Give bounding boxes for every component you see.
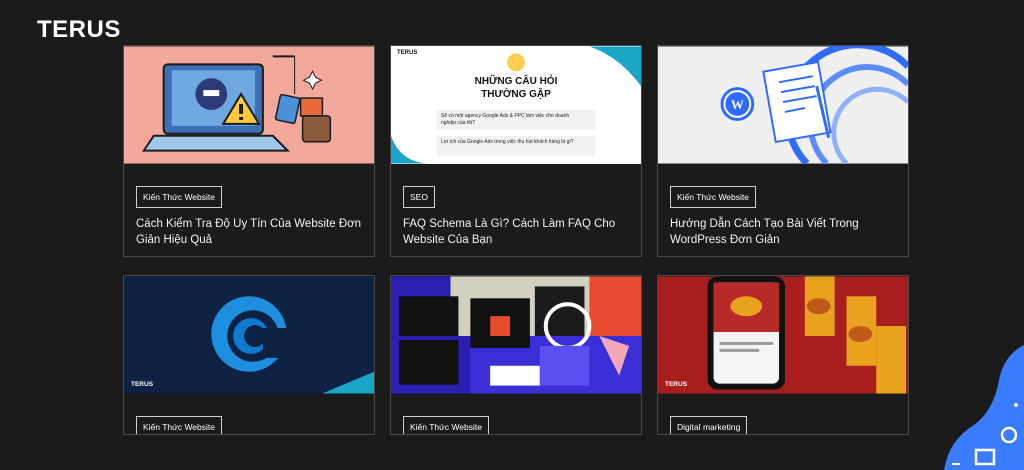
svg-text:W: W [731, 98, 744, 112]
post-thumbnail[interactable] [124, 46, 374, 164]
post-title[interactable]: Hướng Dẫn Cách Tạo Bài Viết Trong WordPr… [670, 216, 896, 248]
post-thumbnail[interactable]: TERUS [658, 276, 908, 394]
post-card[interactable]: TERUS NHỮNG CÂU HỎI THƯỜNG GẶP Sẽ có một… [390, 45, 642, 257]
post-thumbnail[interactable]: TERUS [124, 276, 374, 394]
blue-ring-logo [124, 276, 374, 394]
thumb-logo: TERUS [131, 381, 154, 388]
faq-heading-line2: THƯỜNG GẶP [481, 89, 551, 100]
post-card[interactable]: W Kiến Thức Website Hướng Dẫn Cách Tạo B… [657, 45, 909, 257]
post-card[interactable]: TERUS Kiến Thức Website [123, 275, 375, 435]
post-card[interactable]: TERUS Digital marketing [657, 275, 909, 435]
post-grid: Kiến Thức Website Cách Kiểm Tra Độ Uy Tí… [123, 45, 910, 435]
wordpress-notebook-illustration: W [658, 46, 908, 164]
faq-question-1: Sẽ có một agency Google Ads & PPC làm vi… [441, 113, 570, 126]
post-card[interactable]: Kiến Thức Website Cách Kiểm Tra Độ Uy Tí… [123, 45, 375, 257]
category-tag[interactable]: Kiến Thức Website [136, 186, 222, 208]
post-thumbnail[interactable]: TERUS NHỮNG CÂU HỎI THƯỜNG GẶP Sẽ có một… [391, 46, 641, 164]
post-thumbnail[interactable] [391, 276, 641, 394]
category-tag[interactable]: SEO [403, 186, 435, 208]
thumb-logo: TERUS [665, 381, 688, 388]
faq-heading-line1: NHỮNG CÂU HỎI [474, 76, 558, 87]
category-tag[interactable]: Kiến Thức Website [136, 416, 222, 434]
category-tag[interactable]: Digital marketing [670, 416, 748, 434]
post-thumbnail[interactable]: W [658, 46, 908, 164]
category-tag[interactable]: Kiến Thức Website [670, 186, 756, 208]
faq-illustration [391, 46, 641, 164]
post-title[interactable]: Cách Kiểm Tra Độ Uy Tín Của Website Đơn … [136, 216, 362, 248]
thumb-logo: TERUS [397, 50, 418, 56]
hacker-laptop-illustration [124, 46, 374, 164]
post-title[interactable]: FAQ Schema Là Gì? Cách Làm FAQ Cho Websi… [403, 216, 629, 248]
site-logo[interactable]: TERUS [37, 16, 121, 44]
category-tag[interactable]: Kiến Thức Website [403, 416, 489, 434]
design-collage [391, 276, 641, 394]
post-card[interactable]: Kiến Thức Website [390, 275, 642, 435]
floating-decoration [944, 345, 1024, 470]
faq-question-2: Lợi ích của Google Ads trong việc thu hú… [441, 139, 574, 145]
food-ads-phone [658, 276, 908, 394]
